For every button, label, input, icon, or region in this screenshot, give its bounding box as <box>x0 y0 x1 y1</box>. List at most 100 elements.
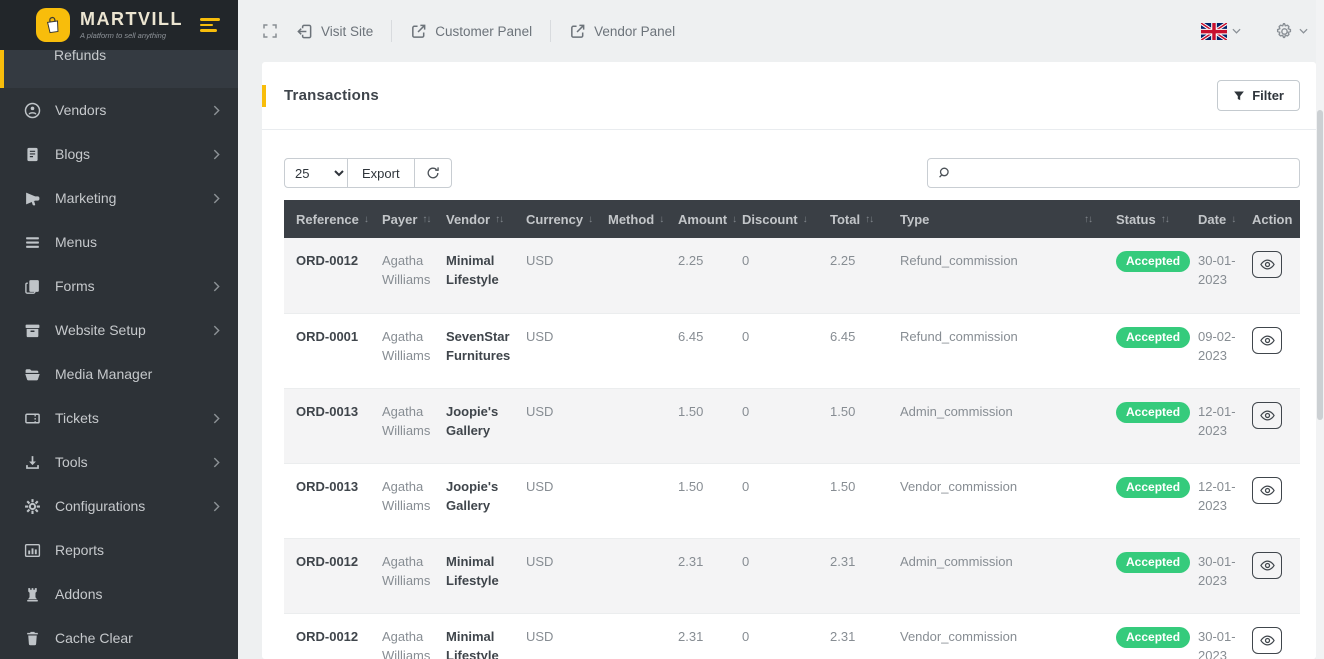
vendors-icon <box>24 102 41 119</box>
cell-action <box>1240 388 1300 464</box>
gear-icon <box>1275 22 1294 41</box>
cell-payer: Agatha Williams <box>370 388 434 464</box>
brand-name: MARTVILL <box>80 9 183 29</box>
search-input[interactable] <box>958 164 1289 182</box>
column-header-payer[interactable]: Payer ↑↓ <box>370 200 434 238</box>
sidebar-item-addons[interactable]: Addons <box>0 572 238 616</box>
column-header-type[interactable]: Type ↑↓ <box>888 200 1104 238</box>
column-header-amount[interactable]: Amount ↓ <box>666 200 737 238</box>
transactions-table: Reference ↓ Payer ↑↓ Vendor ↑↓ Currency ↓ Method… <box>284 200 1300 659</box>
sidebar-item-label: Addons <box>55 586 103 602</box>
chevron-down-icon <box>1232 28 1241 34</box>
export-button[interactable]: Export <box>347 158 415 188</box>
cell-amount: 1.50 <box>666 463 730 539</box>
column-header-vendor[interactable]: Vendor ↑↓ <box>434 200 514 238</box>
cell-action <box>1240 238 1300 314</box>
cell-action <box>1240 463 1300 539</box>
settings-menu[interactable] <box>1275 22 1308 41</box>
divider <box>550 20 552 42</box>
cell-type: Admin_commission <box>888 538 1104 614</box>
cell-date: 12-01-2023 <box>1186 463 1240 539</box>
view-button[interactable] <box>1252 251 1282 278</box>
sort-arrows-icon: ↑↓ <box>1084 213 1093 225</box>
cell-total: 2.31 <box>818 613 888 659</box>
cell-vendor: Joopie's Gallery <box>434 463 514 539</box>
vendor-panel-link[interactable]: Vendor Panel <box>569 23 675 40</box>
sidebar-item-forms[interactable]: Forms <box>0 264 238 308</box>
sidebar-item-marketing[interactable]: Marketing <box>0 176 238 220</box>
cell-payer: Agatha Williams <box>370 613 434 659</box>
sort-arrows-icon: ↓ <box>659 213 664 225</box>
cell-currency: USD <box>514 463 596 539</box>
status-badge: Accepted <box>1116 626 1191 648</box>
fullscreen-button[interactable] <box>262 23 278 39</box>
column-header-total[interactable]: Total ↑↓ <box>818 200 888 238</box>
refresh-button[interactable] <box>413 158 452 188</box>
language-selector[interactable] <box>1201 22 1241 40</box>
cell-action <box>1240 538 1300 614</box>
sidebar-item-menus[interactable]: Menus <box>0 220 238 264</box>
cell-currency: USD <box>514 388 596 464</box>
column-header-status[interactable]: Status ↑↓ <box>1104 200 1186 238</box>
cell-discount: 0 <box>730 613 818 659</box>
chevron-right-icon <box>213 413 220 424</box>
sidebar-item-reports[interactable]: Reports <box>0 528 238 572</box>
eye-icon <box>1259 333 1275 348</box>
view-button[interactable] <box>1252 401 1282 429</box>
blogs-icon <box>24 146 41 163</box>
search-box <box>927 158 1300 188</box>
column-header-currency[interactable]: Currency ↓ <box>514 200 596 238</box>
sidebar-item-cache-clear[interactable]: Cache Clear <box>0 616 238 659</box>
cell-reference: ORD-0012 <box>284 238 370 314</box>
sidebar-item-label: Menus <box>55 234 98 250</box>
sidebar-item-blogs[interactable]: Blogs <box>0 132 238 176</box>
addons-icon <box>24 586 41 603</box>
view-button[interactable] <box>1252 326 1282 354</box>
sidebar-toggle-icon[interactable] <box>200 18 220 32</box>
cell-type: Admin_commission <box>888 388 1104 464</box>
scrollbar-thumb[interactable] <box>1317 110 1323 420</box>
menus-icon <box>24 234 41 251</box>
customer-panel-link[interactable]: Customer Panel <box>410 23 532 40</box>
cell-amount: 2.25 <box>666 238 730 314</box>
cell-type: Refund_commission <box>888 238 1104 314</box>
media-manager-icon <box>24 366 41 383</box>
website-setup-icon <box>24 322 41 339</box>
view-button[interactable] <box>1252 626 1282 654</box>
sidebar-item-configurations[interactable]: Configurations <box>0 484 238 528</box>
filter-button[interactable]: Filter <box>1217 80 1300 111</box>
content-area: Transactions Filter 25 Export Reference … <box>238 62 1324 659</box>
cell-date: 30-01-2023 <box>1186 238 1240 314</box>
table-row: ORD-0012 Agatha Williams Minimal Lifesty… <box>284 613 1300 659</box>
sidebar-item-vendors[interactable]: Vendors <box>0 88 238 132</box>
column-header-reference[interactable]: Reference ↓ <box>284 200 370 238</box>
table-row: ORD-0012 Agatha Williams Minimal Lifesty… <box>284 238 1300 314</box>
column-header-discount[interactable]: Discount ↓ <box>730 200 818 238</box>
sort-arrows-icon: ↓ <box>802 213 808 225</box>
cell-total: 2.25 <box>818 238 888 314</box>
page-title: Transactions <box>284 87 379 104</box>
column-header-action: Action <box>1240 200 1300 238</box>
chevron-down-icon <box>1299 28 1308 34</box>
brand: MARTVILL A platform to sell anything <box>0 0 238 50</box>
forms-icon <box>24 278 41 295</box>
topbar: Visit Site Customer Panel Vendor Panel <box>238 0 1324 62</box>
shopping-bag-icon <box>43 15 63 35</box>
cell-reference: ORD-0001 <box>284 313 370 389</box>
sidebar-item-label: Vendors <box>55 102 107 118</box>
cell-status: Accepted <box>1104 238 1191 314</box>
transactions-card: Transactions Filter 25 Export Reference … <box>262 62 1316 659</box>
per-page-select[interactable]: 25 <box>284 158 348 188</box>
sidebar-item-website-setup[interactable]: Website Setup <box>0 308 238 352</box>
view-button[interactable] <box>1252 476 1282 504</box>
cell-reference: ORD-0013 <box>284 463 370 539</box>
view-button[interactable] <box>1252 551 1282 579</box>
cell-vendor: Minimal Lifestyle <box>434 613 514 659</box>
sidebar-item-media-manager[interactable]: Media Manager <box>0 352 238 396</box>
sidebar-item-refunds[interactable]: Refunds <box>0 50 238 88</box>
column-header-method[interactable]: Method ↓ <box>596 200 666 238</box>
sidebar-item-tools[interactable]: Tools <box>0 440 238 484</box>
visit-site-link[interactable]: Visit Site <box>296 23 373 40</box>
sidebar-item-tickets[interactable]: Tickets <box>0 396 238 440</box>
column-header-date[interactable]: Date ↓ <box>1186 200 1240 238</box>
